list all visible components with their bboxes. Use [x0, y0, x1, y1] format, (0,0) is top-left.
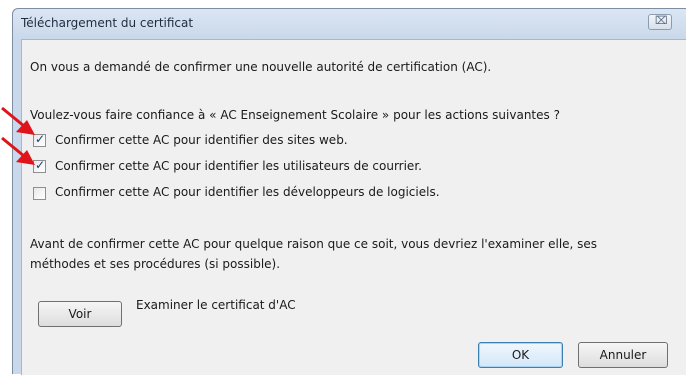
dialog-title: Téléchargement du certificat	[21, 16, 194, 30]
annotation-arrow-icon	[1, 136, 35, 165]
dialog-body: On vous a demandé de confirmer une nouve…	[21, 39, 686, 375]
close-button[interactable]: ⌧	[648, 14, 672, 30]
warning-text-line2: méthodes et ses procédures (si possible)…	[30, 257, 281, 271]
checkbox-software-developers[interactable]	[33, 187, 46, 200]
option-mail-users-label[interactable]: Confirmer cette AC pour identifier les u…	[55, 159, 422, 173]
view-button[interactable]: Voir	[38, 301, 122, 327]
intro-text: On vous a demandé de confirmer une nouve…	[30, 60, 492, 74]
warning-text-line1: Avant de confirmer cette AC pour quelque…	[30, 237, 598, 251]
cancel-button[interactable]: Annuler	[578, 342, 668, 368]
option-software-developers-label[interactable]: Confirmer cette AC pour identifier les d…	[55, 185, 440, 199]
close-icon: ⌧	[655, 14, 668, 27]
certificate-download-dialog: Téléchargement du certificat ⌧ On vous a…	[12, 8, 686, 375]
trust-question: Voulez-vous faire confiance à « AC Ensei…	[30, 108, 560, 122]
ok-button[interactable]: OK	[478, 342, 563, 368]
title-bar[interactable]: Téléchargement du certificat ⌧	[13, 9, 686, 39]
view-certificate-caption: Examiner le certificat d'AC	[136, 298, 296, 312]
option-websites-label[interactable]: Confirmer cette AC pour identifier des s…	[55, 133, 348, 147]
